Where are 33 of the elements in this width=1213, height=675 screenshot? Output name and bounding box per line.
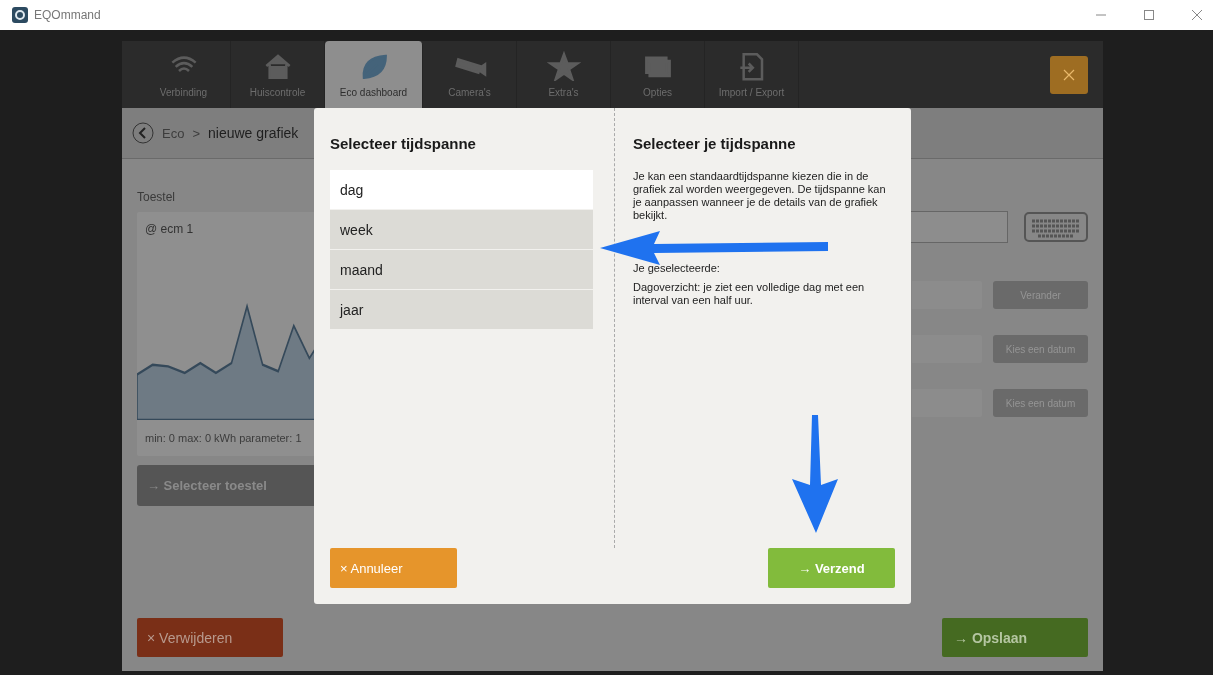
nav-tab[interactable]: Eco dashboard [325,41,423,108]
help-text: Je kan een standaardtijdspanne kiezen die in de grafiek zal worden weergegeven. De tijdspanne kan je aanpassen wanneer je de details van de grafiek bekijkt. [633,170,887,222]
save-button[interactable]: → Opslaan [942,618,1088,657]
breadcrumb-current: nieuwe grafiek [208,125,299,141]
star-icon [546,51,581,81]
timespan-option[interactable]: week [330,210,593,249]
maximize-icon[interactable] [1143,9,1155,21]
help-title: Selecteer je tijdspanne [633,135,797,152]
device-name: @ ecm 1 [144,221,195,238]
chart-summary: min: 0 max: 0 kWh parameter: 1 [144,431,303,446]
cancel-button[interactable]: × Annuleer [330,548,457,588]
close-icon [1063,68,1075,81]
help-text: Dagoverzicht: je ziet een volledige dag met een interval van een half uur. [633,281,866,307]
timespan-option[interactable]: jaar [330,290,593,329]
close-icon[interactable] [1191,9,1203,21]
dialog-title: Selecteer tijdspanne [330,135,477,152]
timespan-option[interactable]: dag [330,170,593,209]
input-field[interactable] [911,211,1008,243]
value-field[interactable] [912,281,982,309]
app-logo-icon [12,7,28,23]
window-title: EQOmmand [34,8,101,22]
close-button[interactable] [1050,55,1088,94]
back-icon[interactable] [132,122,154,144]
breadcrumb-separator: > [192,125,200,141]
device-label: Toestel [137,190,177,204]
breadcrumb-link[interactable]: Eco [162,125,185,141]
help-text: Je geselecteerde: [633,262,721,275]
value-field[interactable] [912,389,982,417]
submit-button[interactable]: → Verzend [768,548,895,588]
timespan-option[interactable]: maand [330,250,593,289]
value-field[interactable] [912,335,982,363]
keyboard-icon[interactable] [1024,212,1088,242]
delete-button[interactable]: × Verwijderen [137,618,283,657]
